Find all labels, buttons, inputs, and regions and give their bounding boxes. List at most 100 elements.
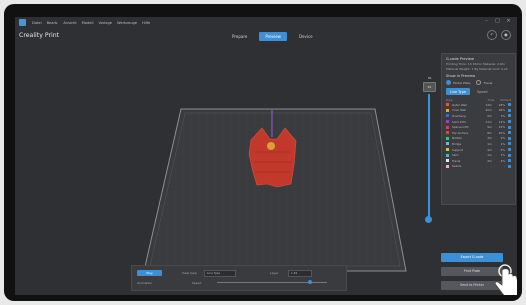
legend-row-name: Seams [452,164,462,169]
visibility-toggle[interactable] [508,142,511,146]
legend-row: Sparse Infill 9m 12% [446,124,511,130]
preview-toolbar: Play View type Line Type Layer 1-81 Anim… [131,265,347,291]
legend-row-percent: 4% [500,158,505,163]
menu-file[interactable]: Datei [32,21,42,25]
minimize-button[interactable]: – [484,19,489,24]
visibility-toggle[interactable] [508,164,511,168]
tab-device[interactable]: Device [293,32,319,41]
radio-label: Model Plate [453,80,471,85]
legend-row-name: Skirt [452,153,459,158]
visibility-toggle[interactable] [508,136,511,140]
visibility-toggle[interactable] [508,159,511,163]
color-swatch [446,114,449,118]
legend-row-time: 1m [487,141,492,146]
line-type-legend: Type Time Percent Outer Wall 14m 18% Inner … [446,98,511,169]
app-title: Creality Print [19,32,60,39]
legend-row-time: 2m [487,113,492,118]
legend-row-percent: 18% [498,102,505,107]
layer-range-select[interactable]: 1-81 [288,270,312,277]
layer-value-box[interactable]: 81 [423,82,436,92]
legend-row-time: 11m [485,119,492,124]
animation-label: Animation [137,281,153,285]
menu-tools[interactable]: Werkzeuge [117,21,137,25]
legend-row: Bottom 3m 4% [446,136,511,142]
legend-row: Inner Wall 20m 26% [446,108,511,114]
legend-row-percent: 12% [498,125,505,130]
panel-heading: G-code Preview [446,57,474,61]
color-swatch [446,153,449,157]
legend-row-time: 8m [487,130,492,135]
visibility-toggle[interactable] [508,120,511,124]
legend-row-name: Solid Infill [452,119,466,124]
layer-track[interactable] [428,94,430,220]
legend-row-percent: 3% [500,113,505,118]
undo-icon[interactable]: ↶ [487,30,497,40]
visibility-toggle[interactable] [508,114,511,118]
legend-row-percent: 4% [500,136,505,141]
legend-row-time: 1m [487,153,492,158]
device-frame: Datei Bearb. Ansicht Modell Vorlage Werk… [4,4,522,301]
menu-help[interactable]: Hilfe [142,21,150,25]
legend-row-name: Bridge [452,141,462,146]
legend-col-percent: Percent [500,98,512,102]
legend-col-time: Time [487,98,495,102]
legend-row-name: Bottom [452,136,463,141]
mode-speed-button[interactable]: Speed [473,88,492,95]
legend-row-time: 3m [487,158,492,163]
view-type-select[interactable]: Line Type [204,270,236,277]
animation-slider-handle[interactable] [308,280,312,284]
visibility-toggle[interactable] [508,153,511,157]
layer-label: Layer [270,271,279,275]
legend-row-percent: 10% [498,130,505,135]
maximize-button[interactable]: □ [495,19,500,24]
layer-slider-handle[interactable] [425,216,432,223]
3d-viewport[interactable]: 81 81 [15,42,440,295]
legend-row-name: Support [452,147,464,152]
color-swatch [446,148,449,152]
radio-travel[interactable]: Travel [476,80,492,85]
view-type-label: View type [182,271,197,275]
menu-model[interactable]: Modell [82,21,94,25]
app-window: Datei Bearb. Ansicht Modell Vorlage Werk… [15,17,517,295]
visibility-toggle[interactable] [508,125,511,129]
legend-row-name: Sparse Infill [452,125,469,130]
color-swatch [446,108,449,112]
tab-preview[interactable]: Preview [259,32,287,41]
legend-row-percent: 26% [498,108,505,113]
legend-col-type: Type [446,98,453,102]
legend-row: Top Surface 8m 10% [446,130,511,136]
legend-row: Overhang 2m 3% [446,113,511,119]
user-icon[interactable]: ● [501,30,511,40]
close-button[interactable]: × [506,19,511,24]
visibility-toggle[interactable] [508,148,511,152]
radio-model-plate[interactable]: Model Plate [446,80,470,85]
radio-label: Travel [483,80,493,85]
menu-template[interactable]: Vorlage [98,21,112,25]
menu-view[interactable]: Ansicht [63,21,76,25]
visibility-toggle[interactable] [508,103,511,107]
build-plate-scene [143,108,407,272]
speed-label: Speed [192,281,202,285]
visibility-toggle[interactable] [508,108,511,112]
tab-prepare[interactable]: Prepare [226,32,253,41]
legend-row: Bridge 1m 1% [446,141,511,147]
color-swatch [446,125,449,129]
legend-row: Skirt 1m 1% [446,152,511,158]
layer-slider[interactable]: 81 81 [423,76,436,232]
color-swatch [446,159,449,163]
show-in-preview-heading: Show in Preview [446,74,476,78]
layer-top-value: 81 [428,76,432,80]
mode-line-type-button[interactable]: Line Type [446,88,470,95]
legend-row: Travel 3m 4% [446,158,511,164]
pointing-hand-icon [494,264,517,295]
legend-row-name: Outer Wall [452,102,467,107]
menu-edit[interactable]: Bearb. [47,21,59,25]
legend-row-time: 3m [487,136,492,141]
legend-row: Support 4m 5% [446,147,511,153]
play-button[interactable]: Play [137,270,162,276]
legend-row: Solid Infill 11m 14% [446,119,511,125]
window-controls: – □ × [484,19,511,24]
visibility-toggle[interactable] [508,131,511,135]
legend-row-percent: 1% [500,153,505,158]
radio-dot-icon [476,80,482,85]
